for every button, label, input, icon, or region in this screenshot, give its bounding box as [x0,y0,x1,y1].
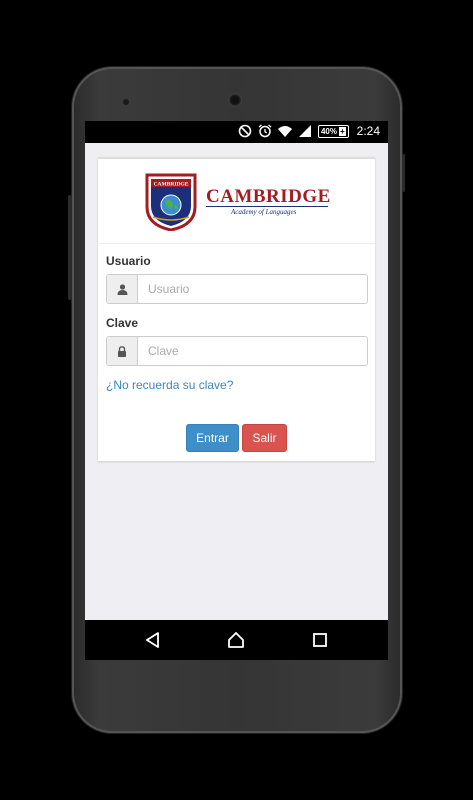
power-button [402,154,405,192]
brand-tagline: Academy of Languages [231,208,297,216]
wifi-icon [277,126,292,137]
user-addon [107,275,138,303]
forgot-password-link[interactable]: ¿No recuerda su clave? [106,378,233,392]
brand-divider [206,206,328,207]
crest-text: CAMBRIDGE [154,182,189,188]
battery-icon: 40% + [317,124,349,138]
password-group [106,336,368,366]
alarm-icon [258,124,272,138]
username-input[interactable] [138,275,367,303]
status-bar: 40% + 2:24 [85,121,388,143]
sensor-dot [123,99,129,105]
exit-button[interactable]: Salir [242,424,287,452]
recents-icon[interactable] [310,630,330,650]
username-group [106,274,368,304]
clock: 2:24 [356,124,380,138]
signal-icon [298,125,311,137]
cambridge-crest-logo: CAMBRIDGE [145,173,197,231]
home-icon[interactable] [226,630,246,650]
enter-button[interactable]: Entrar [186,424,239,452]
navigation-bar [85,620,388,660]
screen: 40% + 2:24 CAMBRIDGE CAMBRIDGE Academy o… [85,121,388,660]
logo-header: CAMBRIDGE CAMBRIDGE Academy of Languages [98,159,375,244]
back-icon[interactable] [143,630,163,650]
password-label: Clave [106,316,139,330]
brand-name: CAMBRIDGE [206,186,331,207]
login-card: CAMBRIDGE CAMBRIDGE Academy of Languages… [98,157,375,461]
battery-level: 40% [320,126,337,136]
username-label: Usuario [106,254,151,268]
user-icon [117,283,127,295]
volume-button [68,195,72,300]
charging-indicator: + [338,126,346,136]
lock-icon [118,345,126,357]
do-not-disturb-icon [238,124,252,138]
front-camera [228,93,242,107]
lock-addon [107,337,138,365]
password-input[interactable] [138,337,367,365]
